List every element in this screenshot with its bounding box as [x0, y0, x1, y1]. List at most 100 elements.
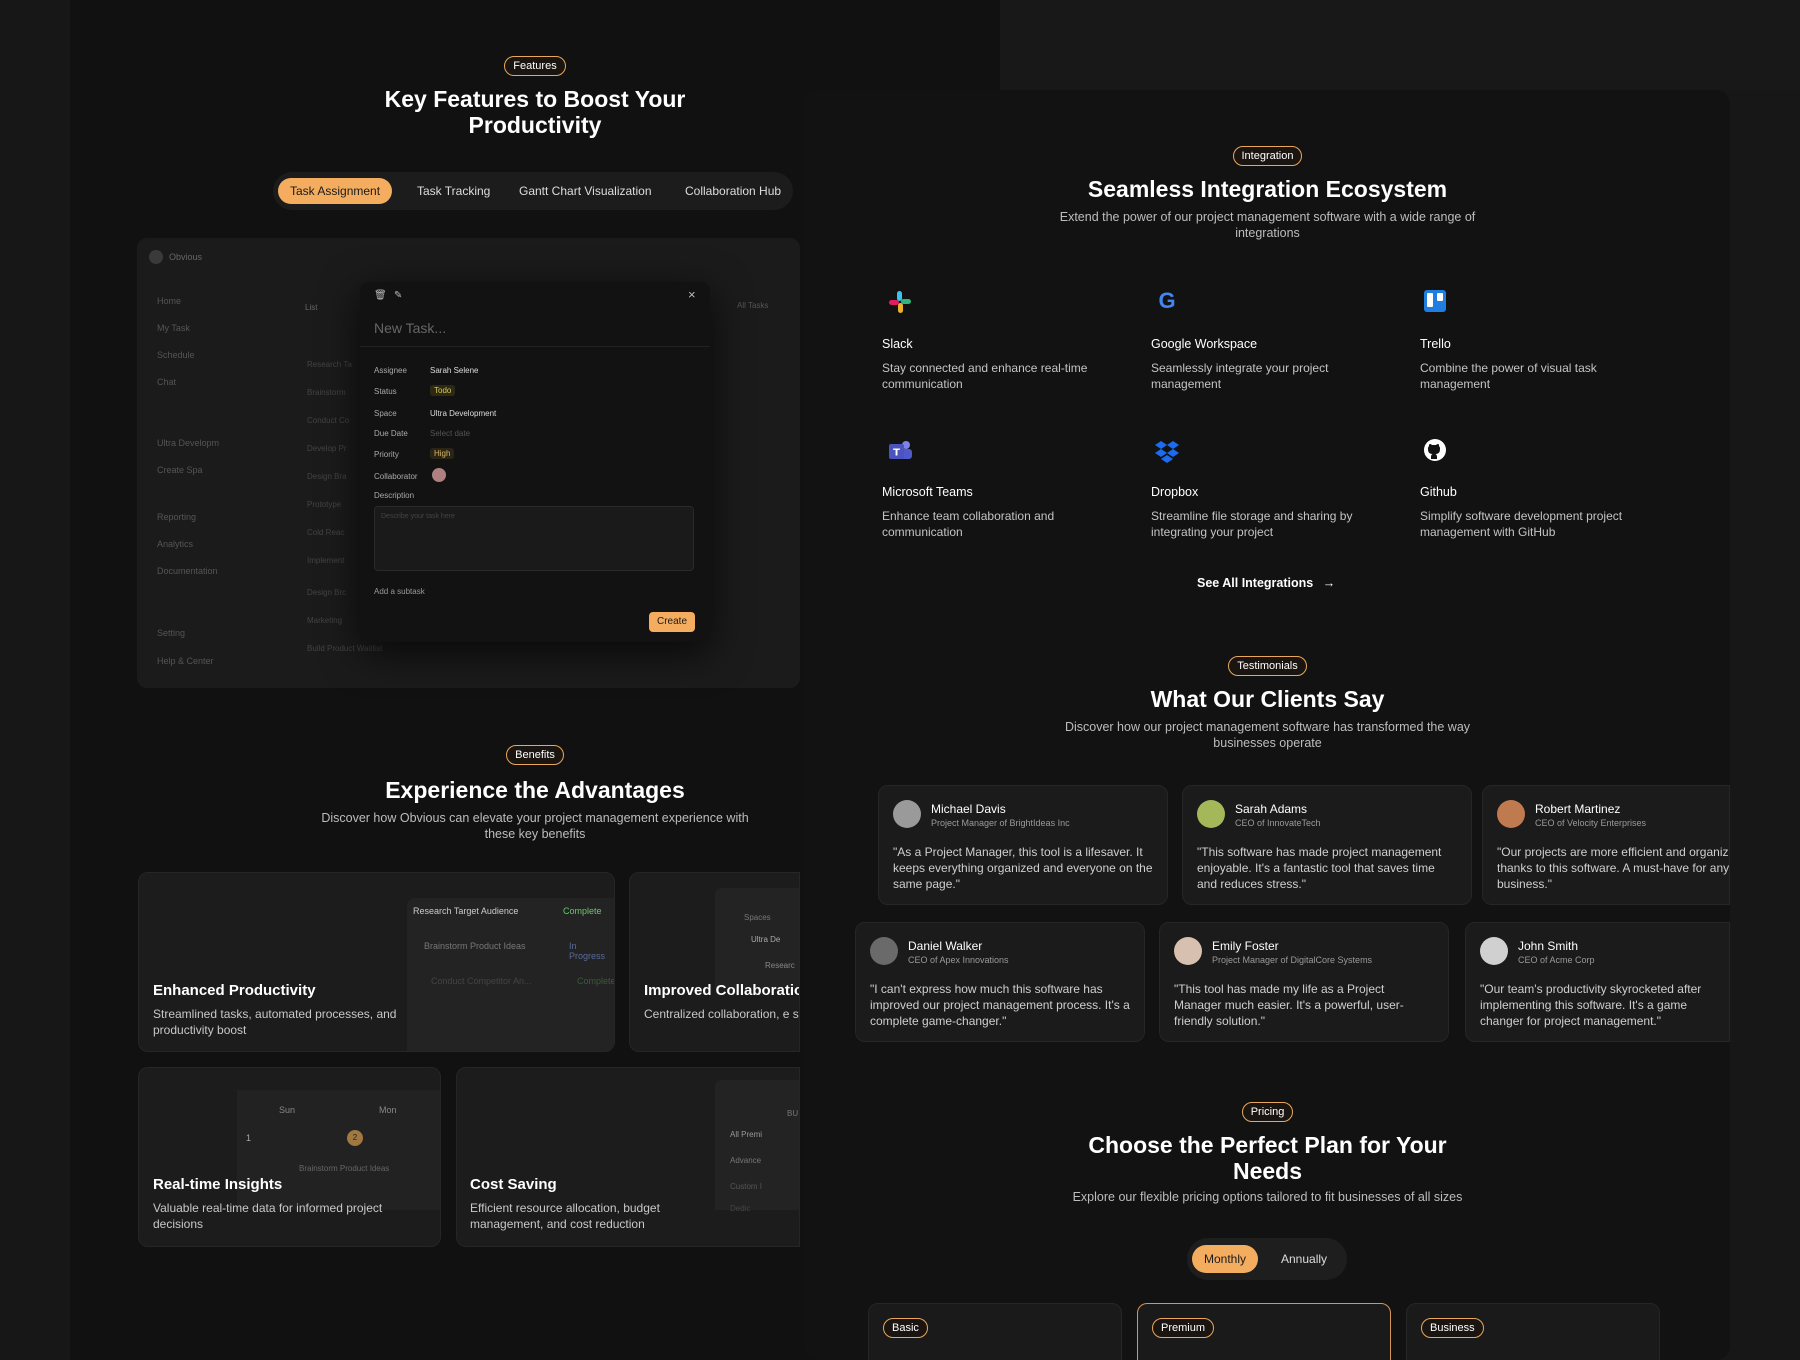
close-icon[interactable]: × — [688, 287, 696, 302]
mock-text: Custom I — [730, 1182, 763, 1191]
integration-desc: Combine the power of visual task managem… — [1420, 361, 1597, 391]
new-task-modal: 🗑 ✎ × New Task... Assignee Sarah Selene … — [360, 282, 710, 642]
sidebar-item-home[interactable]: Home — [157, 296, 181, 306]
due-date-picker[interactable]: Select date — [430, 429, 470, 438]
sidebar-item-help[interactable]: Help & Center — [157, 656, 214, 666]
table-row[interactable]: Design Brc — [307, 588, 346, 597]
status-badge: Complete — [577, 976, 615, 986]
mock-text: Ultra De — [751, 935, 781, 944]
task-title-input[interactable]: New Task... — [374, 320, 446, 336]
plan-badge: Premium — [1152, 1318, 1215, 1338]
avatar — [1197, 800, 1225, 828]
sidebar-item-space[interactable]: Ultra Developm — [157, 438, 219, 448]
table-row[interactable]: Marketing — [307, 616, 342, 625]
avatar — [1174, 937, 1202, 965]
card-description: Valuable real-time data for informed pro… — [153, 1201, 383, 1231]
add-subtask-link[interactable]: Add a subtask — [374, 587, 425, 596]
testimonial-role: CEO of Acme Corp — [1518, 955, 1595, 965]
card-description: Centralized collaboration, e stakeholder… — [644, 1007, 799, 1021]
card-title: Real-time Insights — [153, 1176, 283, 1193]
tab-collaboration-hub[interactable]: Collaboration Hub — [673, 178, 793, 204]
table-row[interactable]: Cold Reac — [307, 528, 344, 537]
edit-icon[interactable]: ✎ — [394, 290, 402, 301]
plan-card-premium[interactable]: Premium — [1137, 1303, 1391, 1360]
see-all-integrations-link[interactable]: See All Integrations → — [1197, 576, 1335, 590]
sidebar-item-analytics[interactable]: Analytics — [157, 539, 193, 549]
status-badge: In Progress — [569, 941, 606, 961]
avatar — [870, 937, 898, 965]
sidebar-item-chat[interactable]: Chat — [157, 377, 176, 387]
integration-desc: Stay connected and enhance real-time com… — [882, 361, 1088, 391]
mock-text: Brainstorm Product Ideas — [299, 1164, 390, 1173]
mock-text: 1 — [246, 1133, 252, 1143]
table-row[interactable]: Develop Pr — [307, 444, 347, 453]
testimonial-name: Daniel Walker — [908, 939, 983, 953]
sidebar-item-create-space[interactable]: Create Spa — [157, 465, 203, 475]
testimonials-header: Testimonials What Our Clients Say Discov… — [805, 656, 1730, 751]
testimonial-role: Project Manager of BrightIdeas Inc — [931, 818, 1070, 828]
testimonials-subtitle: Discover how our project management soft… — [1064, 720, 1471, 750]
plan-card-business[interactable]: Business — [1406, 1303, 1660, 1360]
feature-tabs: Task Assignment Task Tracking Gantt Char… — [273, 172, 793, 210]
table-row[interactable]: Brainstorm — [307, 388, 346, 397]
sidebar-item-setting[interactable]: Setting — [157, 628, 185, 638]
assignee-value[interactable]: Sarah Selene — [430, 366, 478, 375]
integration-desc: Enhance team collaboration and communica… — [882, 509, 1055, 539]
pricing-header: Pricing Choose the Perfect Plan for Your… — [805, 1102, 1730, 1204]
mock-text: Spaces — [744, 913, 771, 922]
table-row[interactable]: Build Product Waitlist — [307, 644, 382, 653]
status-badge[interactable]: Todo — [430, 385, 456, 396]
benefit-card-productivity[interactable]: Research Target Audience Complete Brains… — [138, 872, 615, 1052]
integration-name: Microsoft Teams — [882, 485, 973, 499]
field-label: Priority — [374, 450, 399, 459]
create-button[interactable]: Create — [649, 612, 695, 632]
plan-badge: Basic — [883, 1318, 928, 1338]
table-row[interactable]: Conduct Co — [307, 416, 349, 425]
mock-text: 2 — [347, 1130, 363, 1146]
filter-dropdown[interactable]: All Tasks — [737, 301, 768, 310]
table-row[interactable]: Prototype — [307, 500, 341, 509]
mock-text: All Premi — [730, 1130, 763, 1139]
sidebar-item-my-task[interactable]: My Task — [157, 323, 190, 333]
table-row[interactable]: Implement — [307, 556, 344, 565]
card-description: Efficient resource allocation, budget ma… — [470, 1201, 660, 1231]
card-title: Enhanced Productivity — [153, 982, 316, 999]
testimonial-name: Sarah Adams — [1235, 802, 1308, 816]
table-row[interactable]: Research Ta — [307, 360, 352, 369]
benefits-badge: Benefits — [506, 745, 564, 765]
field-label: Assignee — [374, 366, 407, 375]
field-label: Description — [374, 491, 415, 500]
plan-card-basic[interactable]: Basic — [868, 1303, 1122, 1360]
testimonial-name: Michael Davis — [931, 802, 1006, 816]
space-value[interactable]: Ultra Development — [430, 409, 496, 418]
priority-badge[interactable]: High — [430, 448, 455, 459]
benefit-card-insights[interactable]: Sun Mon 1 2 Brainstorm Product Ideas Rea… — [138, 1067, 441, 1247]
avatar — [1480, 937, 1508, 965]
benefit-card-cost-saving[interactable]: BU All Premi Advance Custom I Dedic Cost… — [456, 1067, 800, 1247]
integration-desc: Simplify software development project ma… — [1420, 509, 1623, 539]
tab-task-assignment[interactable]: Task Assignment — [278, 178, 393, 204]
integration-name: Dropbox — [1151, 485, 1199, 499]
testimonial-name: Emily Foster — [1212, 939, 1279, 953]
svg-text:T: T — [893, 448, 900, 459]
monthly-toggle[interactable]: Monthly — [1192, 1245, 1259, 1273]
tab-task-tracking[interactable]: Task Tracking — [405, 178, 502, 204]
integration-name: Slack — [882, 337, 913, 351]
mock-text: Advance — [730, 1156, 762, 1165]
sidebar-item-reporting[interactable]: Reporting — [157, 512, 196, 522]
card-description: Streamlined tasks, automated processes, … — [153, 1007, 397, 1037]
list-tab[interactable]: List — [305, 303, 317, 312]
pricing-title: Choose the Perfect Plan for Your Needs — [1088, 1132, 1447, 1184]
trash-icon[interactable]: 🗑 — [374, 290, 387, 301]
table-row[interactable]: Design Bra — [307, 472, 347, 481]
description-textarea[interactable]: Describe your task here — [374, 506, 694, 571]
tab-gantt-chart[interactable]: Gantt Chart Visualization — [507, 178, 664, 204]
testimonials-title: What Our Clients Say — [1150, 686, 1385, 712]
sidebar-item-documentation[interactable]: Documentation — [157, 566, 218, 576]
sidebar-item-schedule[interactable]: Schedule — [157, 350, 195, 360]
testimonial-card: Sarah Adams CEO of InnovateTech "This so… — [1182, 785, 1472, 905]
annually-toggle[interactable]: Annually — [1269, 1245, 1339, 1273]
teams-icon: T — [886, 438, 914, 466]
benefit-card-collaboration[interactable]: Spaces Ultra De Researc Improved Collabo… — [629, 872, 800, 1052]
mock-text: Sun — [279, 1105, 296, 1115]
